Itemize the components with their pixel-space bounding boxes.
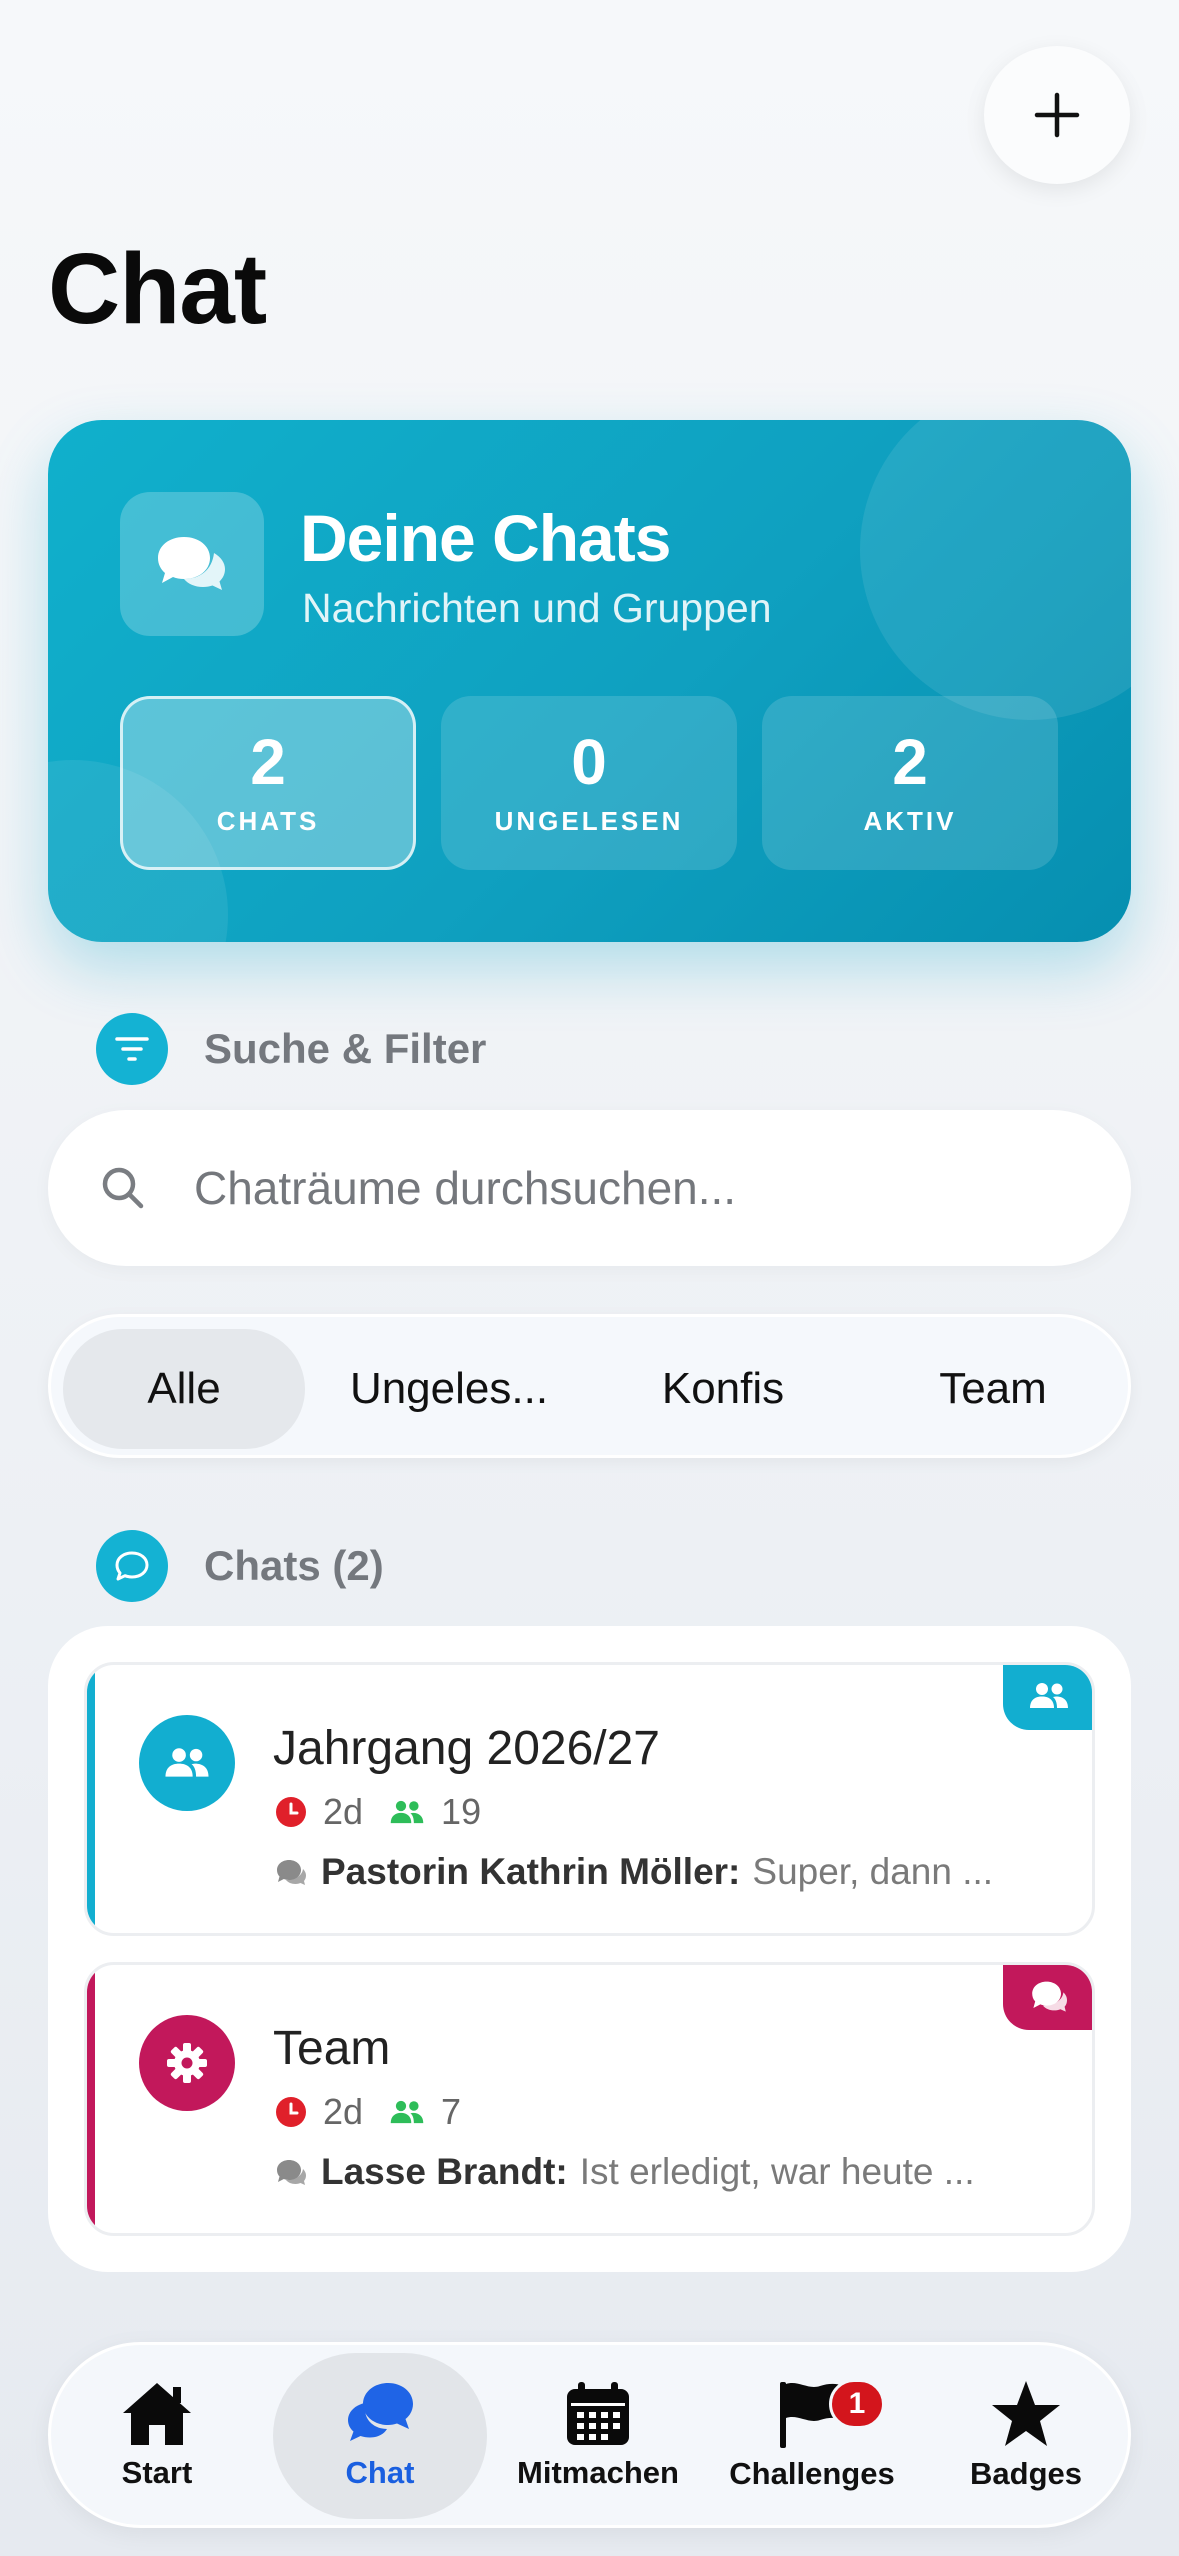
members-icon [390, 2100, 424, 2124]
gear-icon [139, 2015, 235, 2111]
segment-unread[interactable]: Ungeles... [323, 1329, 575, 1449]
stat-chats[interactable]: 2 CHATS [120, 696, 416, 870]
chat-members: 7 [441, 2091, 462, 2132]
message-icon [277, 2160, 306, 2185]
tab-start[interactable]: Start [51, 2345, 263, 2525]
hero-title: Deine Chats [300, 501, 671, 575]
tab-chat[interactable]: Chat [273, 2345, 487, 2525]
chat-icon [348, 2383, 413, 2441]
people-icon [139, 1715, 235, 1811]
stat-label: AKTIV [863, 805, 957, 836]
tab-challenges[interactable]: 1 Challenges [705, 2345, 919, 2525]
page-title: Chat [48, 233, 267, 345]
filter-section-label: Suche & Filter [204, 1025, 487, 1072]
chats-section-label: Chats (2) [204, 1542, 384, 1589]
chat-item-jahrgang[interactable]: Jahrgang 2026/27 2d 19 Pastorin Kathrin … [84, 1662, 1095, 1936]
stat-value: 2 [892, 725, 928, 798]
chat-name: Jahrgang 2026/27 [273, 1722, 660, 1775]
stat-label: CHATS [216, 805, 320, 836]
chat-sender: Lasse Brandt: [321, 2151, 568, 2192]
chat-badge-icon [1003, 1965, 1092, 2030]
stat-active[interactable]: 2 AKTIV [762, 696, 1058, 870]
search-bar[interactable] [48, 1110, 1131, 1266]
segment-konfis[interactable]: Konfis [593, 1329, 853, 1449]
chat-icon [96, 1530, 168, 1602]
message-icon [277, 1860, 306, 1885]
star-icon [992, 2381, 1060, 2446]
search-input[interactable] [194, 1161, 994, 1215]
stat-value: 2 [250, 725, 286, 798]
tab-label: Chat [345, 2455, 415, 2490]
search-icon [102, 1167, 144, 1209]
filter-icon [96, 1013, 168, 1085]
chat-preview: Super, dann ... [752, 1851, 994, 1892]
add-chat-button[interactable] [984, 46, 1130, 184]
chat-last-message: Lasse Brandt: Ist erledigt, war heute ..… [275, 2151, 1055, 2193]
segment-all[interactable]: Alle [63, 1329, 305, 1449]
plus-icon [1034, 92, 1080, 138]
tab-bar: Start Chat Mitmachen 1 Challenges Badges [48, 2342, 1131, 2528]
chat-sender: Pastorin Kathrin Möller: [321, 1851, 741, 1892]
stat-value: 0 [571, 725, 607, 798]
chat-name: Team [273, 2022, 391, 2075]
tab-mitmachen[interactable]: Mitmachen [491, 2345, 705, 2525]
tab-badges[interactable]: Badges [921, 2345, 1131, 2525]
stat-label: UNGELESEN [494, 805, 684, 836]
challenges-badge: 1 [829, 2379, 885, 2429]
segment-team[interactable]: Team [863, 1329, 1123, 1449]
clock-icon [276, 2097, 306, 2127]
chats-overview-card: Deine Chats Nachrichten und Gruppen 2 CH… [48, 420, 1131, 942]
chat-item-team[interactable]: Team 2d 7 Lasse Brandt: Ist erledigt, wa [84, 1962, 1095, 2236]
calendar-icon [567, 2382, 629, 2445]
tab-label: Start [121, 2455, 193, 2490]
chat-age: 2d [323, 2091, 364, 2132]
filter-section-header: Suche & Filter [96, 1013, 486, 1085]
home-icon [123, 2383, 191, 2445]
stat-unread[interactable]: 0 UNGELESEN [441, 696, 737, 870]
filter-segment: Alle Ungeles... Konfis Team [48, 1314, 1131, 1458]
chats-section-header: Chats (2) [96, 1530, 384, 1602]
tab-label: Challenges [729, 2456, 895, 2491]
chat-members: 19 [441, 1791, 482, 1832]
chat-meta: 2d 7 [275, 2091, 461, 2133]
chat-preview: Ist erledigt, war heute ... [579, 2151, 975, 2192]
group-badge-icon [1003, 1665, 1092, 1730]
chat-meta: 2d 19 [275, 1791, 481, 1833]
tab-label: Badges [970, 2456, 1082, 2491]
tab-label: Mitmachen [517, 2455, 679, 2490]
chat-age: 2d [323, 1791, 364, 1832]
chat-list: Jahrgang 2026/27 2d 19 Pastorin Kathrin … [48, 1626, 1131, 2272]
clock-icon [276, 1797, 306, 1827]
members-icon [390, 1800, 424, 1824]
chat-last-message: Pastorin Kathrin Möller: Super, dann ... [275, 1851, 1055, 1893]
chat-bubbles-icon [120, 492, 264, 636]
hero-subtitle: Nachrichten und Gruppen [302, 585, 772, 631]
